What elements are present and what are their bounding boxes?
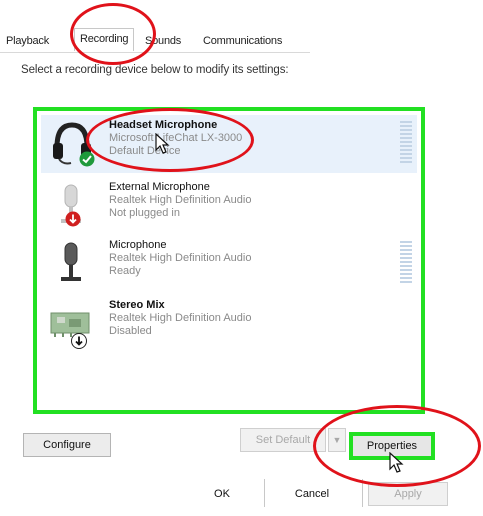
unplugged-arrow-icon	[65, 211, 81, 227]
device-driver: Realtek High Definition Audio	[109, 312, 252, 324]
device-status: Disabled	[109, 325, 152, 337]
device-name: Microphone	[109, 239, 167, 251]
configure-button[interactable]: Configure	[23, 433, 111, 457]
disabled-arrow-icon	[71, 333, 87, 349]
tab-communications[interactable]: Communications	[203, 35, 282, 47]
device-status: Ready	[109, 265, 141, 277]
device-driver: Realtek High Definition Audio	[109, 252, 252, 264]
tab-divider	[0, 52, 310, 53]
device-driver: Realtek High Definition Audio	[109, 194, 252, 206]
button-divider	[264, 479, 265, 507]
device-text: Microphone Realtek High Definition Audio…	[109, 239, 251, 278]
annotation-circle-recording-tab	[70, 3, 156, 65]
device-status: Not plugged in	[109, 207, 180, 219]
device-text: Stereo Mix Realtek High Definition Audio…	[109, 299, 251, 338]
annotation-circle-properties	[313, 405, 481, 487]
cancel-button[interactable]: Cancel	[268, 482, 356, 506]
device-stereo-mix[interactable]: Stereo Mix Realtek High Definition Audio…	[41, 295, 417, 353]
default-check-icon	[79, 151, 95, 167]
device-external-microphone[interactable]: External Microphone Realtek High Definit…	[41, 177, 417, 235]
microphone-icon	[61, 242, 81, 281]
level-meter	[400, 241, 412, 285]
device-text: External Microphone Realtek High Definit…	[109, 181, 251, 220]
device-microphone[interactable]: Microphone Realtek High Definition Audio…	[41, 235, 417, 293]
mouse-cursor-icon	[389, 452, 404, 473]
tab-playback[interactable]: Playback	[6, 35, 49, 47]
instruction-text: Select a recording device below to modif…	[21, 64, 289, 76]
mouse-cursor-icon	[155, 133, 170, 154]
level-meter	[400, 121, 412, 165]
device-name: External Microphone	[109, 181, 210, 193]
device-name: Stereo Mix	[109, 299, 165, 311]
ok-button[interactable]: OK	[184, 482, 260, 506]
